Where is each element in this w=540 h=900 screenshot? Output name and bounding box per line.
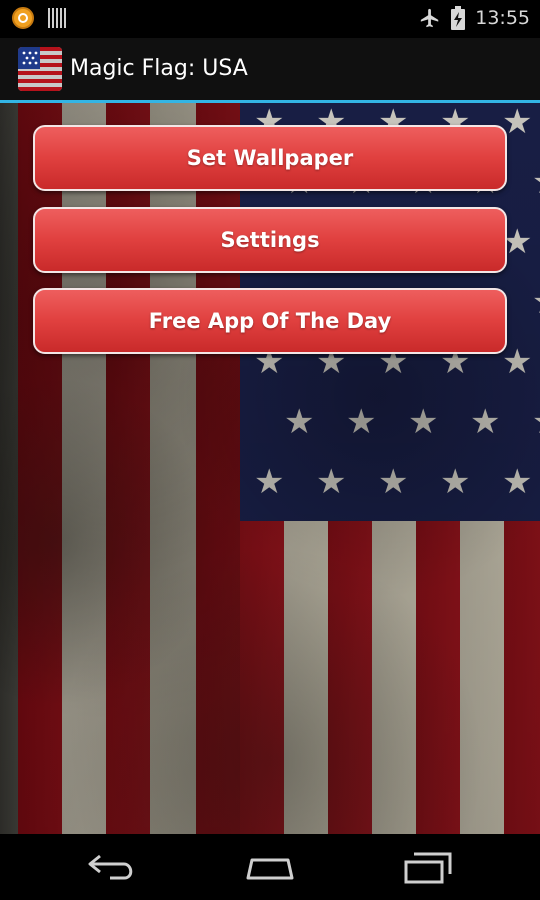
- home-icon[interactable]: [240, 848, 300, 886]
- flag-star-icon: ★: [346, 402, 377, 442]
- flag-star-icon: ★: [254, 462, 285, 502]
- system-indicators: 13:55: [419, 6, 530, 30]
- back-icon[interactable]: [82, 848, 142, 886]
- flag-star-icon: ★: [502, 342, 533, 382]
- flag-star-icon: ★: [284, 402, 315, 442]
- recent-apps-icon[interactable]: [398, 848, 458, 886]
- navigation-bar: [0, 834, 540, 900]
- flag-star-icon: ★: [532, 165, 540, 199]
- flag-star-icon: ★: [440, 462, 471, 502]
- set-wallpaper-button[interactable]: Set Wallpaper: [33, 125, 507, 191]
- notification-circle-icon: [12, 7, 34, 29]
- status-bar: 13:55: [0, 0, 540, 38]
- flag-star-icon: ★: [316, 462, 347, 502]
- airplane-mode-icon: [421, 8, 439, 28]
- settings-button[interactable]: Settings: [33, 207, 507, 273]
- clock: 13:55: [475, 7, 530, 29]
- barcode-icon: [48, 8, 66, 28]
- flag-star-icon: ★: [408, 402, 439, 442]
- flag-star-icon: ★: [378, 462, 409, 502]
- free-app-of-the-day-button[interactable]: Free App Of The Day: [33, 288, 507, 354]
- flag-star-icon: ★: [532, 285, 540, 319]
- app-title: Magic Flag: USA: [70, 56, 248, 81]
- battery-charging-icon: [451, 6, 466, 30]
- flag-star-icon: ★: [532, 405, 540, 439]
- flag-star-icon: ★: [502, 462, 533, 502]
- notification-area: [12, 7, 66, 29]
- flag-star-icon: ★: [470, 402, 501, 442]
- usa-flag-app-icon[interactable]: [18, 47, 62, 91]
